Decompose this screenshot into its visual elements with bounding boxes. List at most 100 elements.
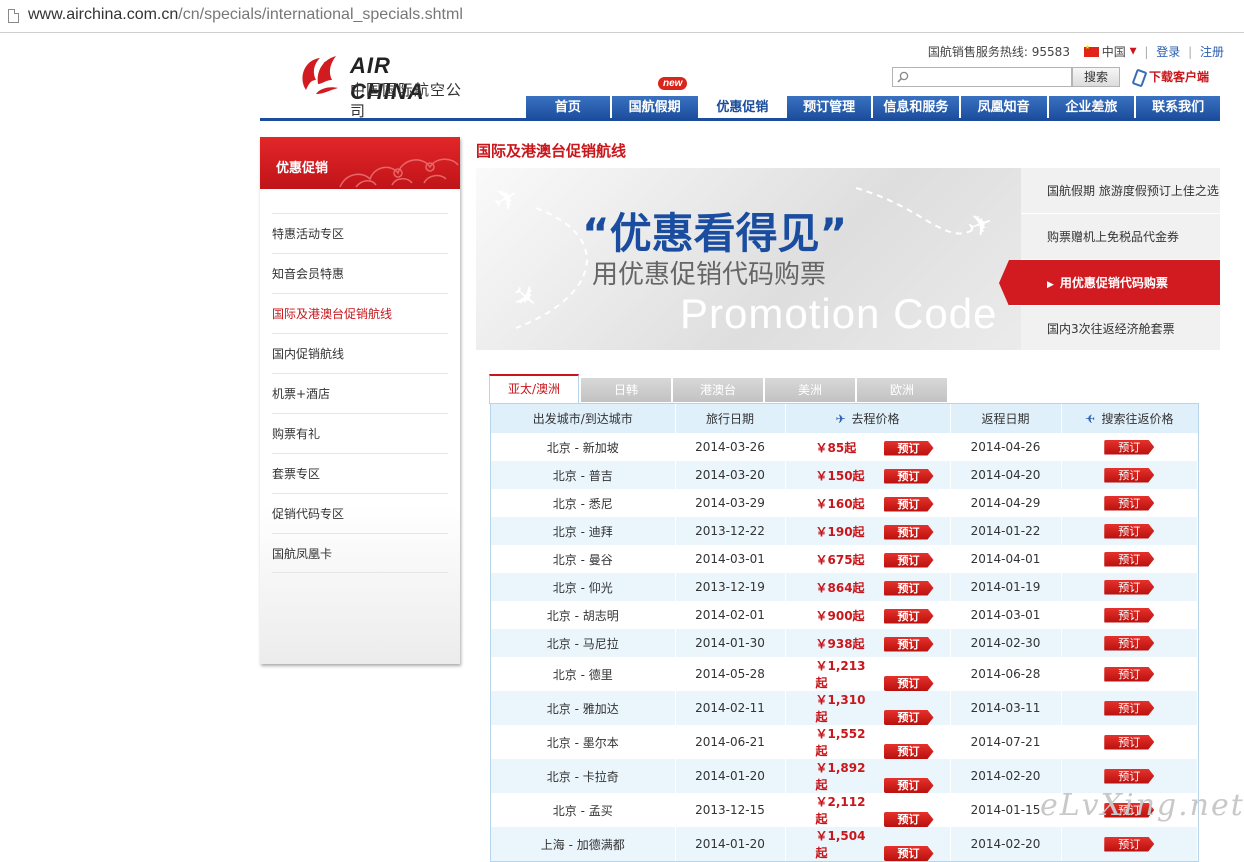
return-date-cell: 2014-04-20 <box>950 461 1062 489</box>
tab-americas[interactable]: 美洲 <box>765 378 855 402</box>
book-roundtrip-button[interactable]: 预订 <box>1104 495 1155 511</box>
book-outbound-button[interactable]: 预订 <box>883 636 934 652</box>
banner-tab-promo-code[interactable]: ▶ 用优惠促销代码购票 <box>999 260 1220 306</box>
book-roundtrip-button[interactable]: 预订 <box>1104 551 1155 567</box>
book-outbound-button[interactable]: 预订 <box>883 524 934 540</box>
book-outbound-button[interactable]: 预订 <box>883 778 934 793</box>
book-roundtrip-button[interactable]: 预订 <box>1104 439 1155 455</box>
book-roundtrip-button[interactable]: 预订 <box>1104 467 1155 483</box>
nav-item-promotions[interactable]: 优惠促销 <box>699 96 786 120</box>
nav-item-info-services[interactable]: 信息和服务 <box>873 96 959 120</box>
book-outbound-button[interactable]: 预订 <box>883 744 934 759</box>
air-china-logo[interactable]: AIR CHINA 中国国际航空公司 <box>296 50 471 120</box>
book-outbound-button[interactable]: 预订 <box>883 608 934 624</box>
tab-asia-pacific[interactable]: 亚太/澳洲 <box>489 374 579 404</box>
sidebar-item-gifts[interactable]: 购票有礼 <box>272 413 448 453</box>
return-date-cell: 2014-07-21 <box>950 725 1062 759</box>
sidebar-item-packages[interactable]: 套票专区 <box>272 453 448 493</box>
sidebar-item-international-routes[interactable]: 国际及港澳台促销航线 <box>272 293 448 333</box>
caret-right-icon: ▶ <box>1047 280 1054 290</box>
book-roundtrip-button[interactable]: 预订 <box>1104 666 1155 682</box>
outbound-price-cell: ￥900起 预订 <box>785 601 951 629</box>
airplane-return-icon: ✈ <box>1085 412 1096 426</box>
airplane-outbound-icon: ✈ <box>835 412 846 426</box>
book-outbound-button[interactable]: 预订 <box>883 552 934 568</box>
column-header: 返程日期 <box>950 404 1062 433</box>
book-roundtrip-button[interactable]: 预订 <box>1104 700 1155 716</box>
book-roundtrip-button[interactable]: 预订 <box>1104 635 1155 651</box>
download-app-link[interactable]: 下载客户端 <box>1131 68 1209 87</box>
banner-headline: “优惠看得见” <box>582 209 848 258</box>
book-roundtrip-button[interactable]: 预订 <box>1104 836 1155 852</box>
register-link[interactable]: 注册 <box>1200 45 1224 59</box>
roundtrip-search-cell: 预订 <box>1061 517 1198 545</box>
banner-tab-domestic-pass[interactable]: 国内3次往返经济舱套票 <box>1021 306 1220 350</box>
travel-date-cell: 2014-01-30 <box>675 629 786 657</box>
book-outbound-button[interactable]: 预订 <box>883 710 934 725</box>
watermark: eLvXing.net <box>1040 788 1244 823</box>
chevron-down-icon: ▼ <box>1129 46 1137 57</box>
book-outbound-button[interactable]: 预订 <box>883 580 934 596</box>
travel-date-cell: 2014-03-26 <box>675 433 786 461</box>
roundtrip-search-cell: 预订 <box>1061 629 1198 657</box>
roundtrip-search-cell: 预订 <box>1061 827 1198 861</box>
banner-side-menu: 国航假期 旅游度假预订上佳之选 购票赠机上免税品代金券 ▶ 用优惠促销代码购票 国… <box>999 168 1220 350</box>
address-bar[interactable]: www.airchina.com.cn/cn/specials/internat… <box>0 0 1244 33</box>
book-outbound-button[interactable]: 预订 <box>883 468 934 484</box>
main-nav: 首页 国航假期 优惠促销 预订管理 信息和服务 凤凰知音 企业差旅 联系我们 <box>526 96 1220 120</box>
outbound-price-cell: ￥1,213起预订 <box>785 657 951 691</box>
nav-item-holidays[interactable]: 国航假期 <box>611 96 698 120</box>
book-outbound-button[interactable]: 预订 <box>883 496 934 512</box>
column-header: ✈ 搜索往返价格 <box>1061 404 1198 433</box>
banner-tab-duty-free[interactable]: 购票赠机上免税品代金券 <box>1021 214 1220 260</box>
region-tabs: 亚太/澳洲 日韩 港澳台 美洲 欧洲 <box>489 374 949 404</box>
book-roundtrip-button[interactable]: 预订 <box>1104 607 1155 623</box>
book-outbound-button[interactable]: 预订 <box>883 846 934 861</box>
roundtrip-search-cell: 预订 <box>1061 573 1198 601</box>
book-outbound-button[interactable]: 预订 <box>883 676 934 691</box>
language-selector[interactable]: 中国 ▼ <box>1083 44 1137 59</box>
tab-hk-macau-taiwan[interactable]: 港澳台 <box>673 378 763 402</box>
search-button[interactable]: 搜索 <box>1072 67 1120 87</box>
tab-japan-korea[interactable]: 日韩 <box>581 378 671 402</box>
nav-item-corporate-travel[interactable]: 企业差旅 <box>1048 96 1135 120</box>
travel-date-cell: 2014-06-21 <box>675 725 786 759</box>
book-roundtrip-button[interactable]: 预订 <box>1104 523 1155 539</box>
nav-item-contact[interactable]: 联系我们 <box>1136 96 1220 120</box>
outbound-price-cell: ￥675起 预订 <box>785 545 951 573</box>
sidebar-item-member-deals[interactable]: 知音会员特惠 <box>272 253 448 293</box>
tab-europe[interactable]: 欧洲 <box>857 378 947 402</box>
book-roundtrip-button[interactable]: 预订 <box>1104 579 1155 595</box>
book-outbound-button[interactable]: 预订 <box>883 440 934 456</box>
sidebar-item-promo-codes[interactable]: 促销代码专区 <box>272 493 448 533</box>
price-value: ￥1,213起 <box>815 659 866 690</box>
sidebar-item-special-events[interactable]: 特惠活动专区 <box>272 213 448 253</box>
sidebar-item-phoenix-card[interactable]: 国航凤凰卡 <box>272 533 448 573</box>
route-cell: 北京 - 迪拜 <box>491 517 676 545</box>
promo-banner: ✈ ✈ ✈ “优惠看得见” 用优惠促销代码购票 Promotion Code 国… <box>476 168 1220 350</box>
book-roundtrip-button[interactable]: 预订 <box>1104 768 1155 784</box>
route-cell: 北京 - 悉尼 <box>491 489 676 517</box>
sidebar-menu: 特惠活动专区 知音会员特惠 国际及港澳台促销航线 国内促销航线 机票+酒店 购票… <box>272 213 448 573</box>
route-cell: 上海 - 加德满都 <box>491 827 676 861</box>
price-value: ￥1,552起 <box>815 727 866 758</box>
sidebar-item-domestic-routes[interactable]: 国内促销航线 <box>272 333 448 373</box>
login-link[interactable]: 登录 <box>1156 45 1180 59</box>
return-date-cell: 2014-01-22 <box>950 517 1062 545</box>
price-value: ￥675起 <box>815 552 865 567</box>
route-cell: 北京 - 新加坡 <box>491 433 676 461</box>
travel-date-cell: 2014-03-01 <box>675 545 786 573</box>
nav-item-home[interactable]: 首页 <box>526 96 610 120</box>
nav-item-phoenix-miles[interactable]: 凤凰知音 <box>960 96 1047 120</box>
sidebar-item-flight-hotel[interactable]: 机票+酒店 <box>272 373 448 413</box>
search-input[interactable] <box>892 67 1072 87</box>
book-outbound-button[interactable]: 预订 <box>883 812 934 827</box>
url-text[interactable]: www.airchina.com.cn/cn/specials/internat… <box>28 6 463 24</box>
banner-slide[interactable]: ✈ ✈ ✈ “优惠看得见” 用优惠促销代码购票 Promotion Code <box>476 168 1021 350</box>
book-roundtrip-button[interactable]: 预订 <box>1104 734 1155 750</box>
table-row: 北京 - 胡志明 2014-02-01 ￥900起 预订 2014-03-01 预订 <box>491 601 1198 629</box>
nav-item-booking-management[interactable]: 预订管理 <box>787 96 871 120</box>
table-row: 北京 - 仰光 2013-12-19 ￥864起 预订 2014-01-19 预订 <box>491 573 1198 601</box>
banner-tab-holidays[interactable]: 国航假期 旅游度假预订上佳之选 <box>1021 168 1220 214</box>
travel-date-cell: 2014-01-20 <box>675 827 786 861</box>
